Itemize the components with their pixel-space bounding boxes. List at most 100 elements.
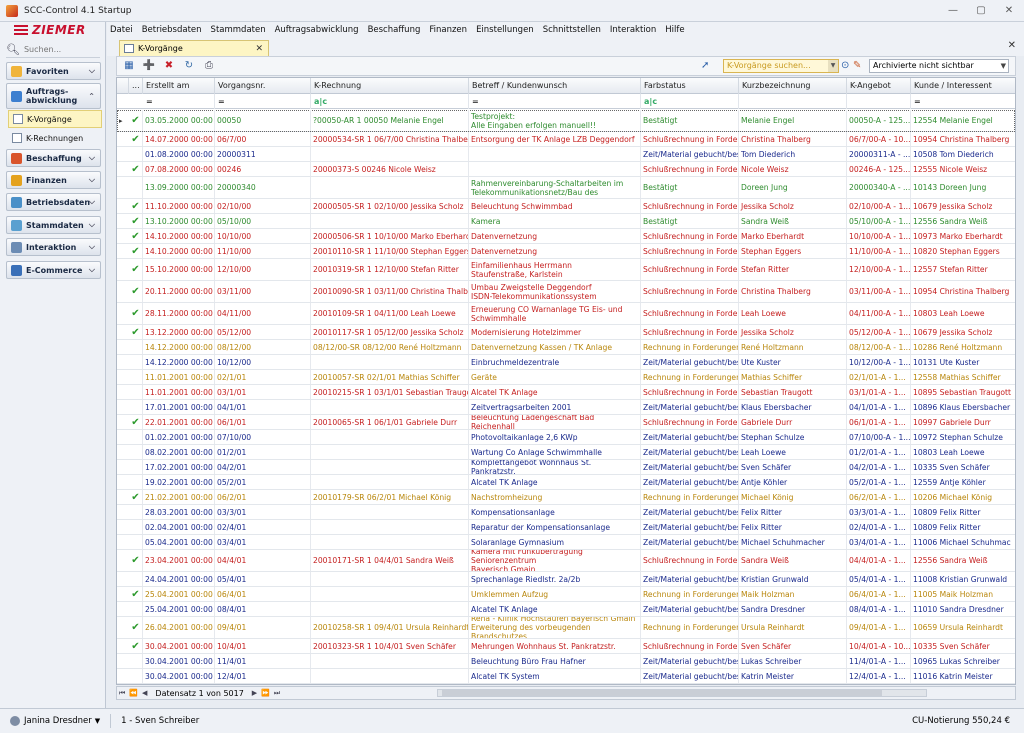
sidebar-item-auftragsabwicklung[interactable]: Auftrags- abwicklung ⌃ bbox=[6, 83, 101, 109]
sidebar-item-finanzen[interactable]: Finanzen ⌵ bbox=[6, 171, 101, 189]
filter-cell-vorgangsnr[interactable]: = bbox=[215, 94, 311, 109]
table-row[interactable]: ✔ 14.07.2000 00:00 06/7/00 20000534-SR 1 06… bbox=[117, 132, 1015, 147]
column-header-k-angebot[interactable]: K-Angebot bbox=[847, 78, 911, 94]
menu-finanzen[interactable]: Finanzen bbox=[429, 25, 467, 35]
prev-record-icon[interactable]: ◀ bbox=[142, 689, 147, 697]
filter-cell-kunde[interactable]: = bbox=[911, 94, 1015, 109]
filter-cell-kurzbezeichnung[interactable] bbox=[739, 94, 847, 109]
current-user[interactable]: Janina Dresdner ▼ bbox=[10, 716, 100, 726]
scrollbar-thumb[interactable] bbox=[442, 690, 882, 696]
column-header-kurzbezeichnung[interactable]: Kurzbezeichnung bbox=[739, 78, 847, 94]
grid-view-icon[interactable]: ▦ bbox=[121, 59, 137, 73]
sidebar-item-e-commerce[interactable]: E-Commerce ⌵ bbox=[6, 261, 101, 279]
filter-cell-k-rechnung[interactable]: a|c bbox=[311, 94, 469, 109]
menu-stammdaten[interactable]: Stammdaten bbox=[211, 25, 266, 35]
next-page-icon[interactable]: ⏩ bbox=[261, 689, 270, 697]
menu-betriebsdaten[interactable]: Betriebsdaten bbox=[142, 25, 202, 35]
binoculars-icon[interactable]: ⊙ bbox=[841, 60, 849, 71]
table-row[interactable]: ✔ 25.04.2001 00:00 06/4/01 Umklemmen Aufzug… bbox=[117, 587, 1015, 602]
table-row[interactable]: 11.01.2001 00:00 03/1/01 20010215-SR 1 03/… bbox=[117, 385, 1015, 400]
close-window-button[interactable]: ✕ bbox=[1000, 4, 1018, 18]
table-row[interactable]: ✔ 13.12.2000 00:00 05/12/00 20010117-SR 1 0… bbox=[117, 325, 1015, 340]
column-header-farbstatus[interactable]: Farbstatus bbox=[641, 78, 739, 94]
table-row[interactable]: ✔ 23.04.2001 00:00 04/4/01 20010171-SR 1 04… bbox=[117, 550, 1015, 572]
horizontal-scrollbar[interactable] bbox=[437, 689, 927, 697]
filter-cell-betreff[interactable]: = bbox=[469, 94, 641, 109]
menu-interaktion[interactable]: Interaktion bbox=[610, 25, 656, 35]
first-record-icon[interactable]: ⏮ bbox=[119, 689, 125, 698]
table-row[interactable]: ▸ ✔ 03.05.2000 00:00 00050 ?00050-AR 1 00050… bbox=[117, 110, 1015, 132]
close-tab-icon[interactable]: ✕ bbox=[255, 44, 263, 54]
column-header-vorgangsnr[interactable]: Vorgangsnr. bbox=[215, 78, 311, 94]
minimize-button[interactable]: — bbox=[944, 4, 962, 18]
filter-cell-farbstatus[interactable]: a|c bbox=[641, 94, 739, 109]
table-row[interactable]: 19.02.2001 00:00 05/2/01 Alcatel TK Anlage… bbox=[117, 475, 1015, 490]
table-row[interactable]: 24.04.2001 00:00 05/4/01 Sprechanlage Ried… bbox=[117, 572, 1015, 587]
print-icon[interactable]: ⎙ bbox=[201, 59, 217, 73]
filter-cell-erstellt[interactable]: = bbox=[143, 94, 215, 109]
table-row[interactable]: ✔ 14.10.2000 00:00 11/10/00 20010110-SR 1 1… bbox=[117, 244, 1015, 259]
menu-beschaffung[interactable]: Beschaffung bbox=[368, 25, 421, 35]
delete-icon[interactable]: ✖ bbox=[161, 59, 177, 73]
menu-datei[interactable]: Datei bbox=[110, 25, 133, 35]
table-row[interactable]: 14.12.2000 00:00 10/12/00 Einbruchmeldezen… bbox=[117, 355, 1015, 370]
new-document-icon[interactable]: ➕ bbox=[141, 59, 157, 73]
sidebar-item-favoriten[interactable]: Favoriten ⌵ bbox=[6, 62, 101, 80]
table-row[interactable]: ✔ 20.11.2000 00:00 03/11/00 20010090-SR 1 0… bbox=[117, 281, 1015, 303]
table-row[interactable]: ✔ 11.10.2000 00:00 02/10/00 20000505-SR 1 0… bbox=[117, 199, 1015, 214]
sidebar-item-betriebsdaten[interactable]: Betriebsdaten ⌵ bbox=[6, 193, 101, 211]
tab-k-vorgaenge[interactable]: K-Vorgänge ✕ bbox=[119, 40, 269, 56]
table-row[interactable]: ✔ 15.10.2000 00:00 12/10/00 20010319-SR 1 1… bbox=[117, 259, 1015, 281]
table-row[interactable]: 05.04.2001 00:00 03/4/01 Solaranlage Gymna… bbox=[117, 535, 1015, 550]
column-header-more[interactable]: ... bbox=[129, 78, 143, 94]
table-row[interactable]: 11.01.2001 00:00 02/1/01 20010057-SR 02/1/… bbox=[117, 370, 1015, 385]
table-row[interactable]: ✔ 26.04.2001 00:00 09/4/01 20010258-SR 1 09… bbox=[117, 617, 1015, 639]
table-row[interactable]: 30.04.2001 00:00 12/4/01 Alcatel TK System… bbox=[117, 669, 1015, 684]
filter-cell-k-angebot[interactable] bbox=[847, 94, 911, 109]
search-dropdown-icon[interactable]: ▼ bbox=[828, 60, 838, 72]
table-row[interactable]: ✔ 14.10.2000 00:00 10/10/00 20000506-SR 1 1… bbox=[117, 229, 1015, 244]
sidebar-item-beschaffung[interactable]: Beschaffung ⌵ bbox=[6, 149, 101, 167]
last-record-icon[interactable]: ⏭ bbox=[274, 689, 280, 698]
maximize-button[interactable]: ▢ bbox=[972, 4, 990, 18]
table-row[interactable]: 14.12.2000 00:00 08/12/00 08/12/00-SR 08/1… bbox=[117, 340, 1015, 355]
sidebar-search[interactable]: 🔍︎ bbox=[6, 42, 100, 58]
table-row[interactable]: 02.04.2001 00:00 02/4/01 Reparatur der Kom… bbox=[117, 520, 1015, 535]
sidebar-item-interaktion[interactable]: Interaktion ⌵ bbox=[6, 238, 101, 256]
table-row[interactable]: 30.04.2001 00:00 11/4/01 Beleuchtung Büro … bbox=[117, 654, 1015, 669]
table-row[interactable]: 01.02.2001 00:00 07/10/00 Photovoltaikanla… bbox=[117, 430, 1015, 445]
prev-page-icon[interactable]: ⏪ bbox=[129, 689, 138, 697]
table-row[interactable]: 17.02.2001 00:00 04/2/01 Komplettangebot W… bbox=[117, 460, 1015, 475]
column-header-erstellt[interactable]: Erstellt am bbox=[143, 78, 215, 94]
menu-hilfe[interactable]: Hilfe bbox=[665, 25, 684, 35]
sidebar-subitem-k-rechnungen[interactable]: K-Rechnungen bbox=[8, 129, 102, 147]
menu-auftragsabwicklung[interactable]: Auftragsabwicklung bbox=[275, 25, 359, 35]
column-header-k-rechnung[interactable]: K-Rechnung bbox=[311, 78, 469, 94]
menu-schnittstellen[interactable]: Schnittstellen bbox=[543, 25, 601, 35]
next-record-icon[interactable]: ▶ bbox=[252, 689, 257, 697]
table-row[interactable]: ✔ 30.04.2001 00:00 10/4/01 20010323-SR 1 10… bbox=[117, 639, 1015, 654]
column-header-betreff[interactable]: Betreff / Kundenwunsch bbox=[469, 78, 641, 94]
navigation-arrow-icon[interactable]: ➚ bbox=[701, 60, 709, 71]
close-panel-icon[interactable]: ✕ bbox=[1008, 40, 1016, 51]
column-header-kunde[interactable]: Kunde / Interessent bbox=[911, 78, 1015, 94]
grid-search-input[interactable]: K-Vorgänge suchen... ▼ bbox=[723, 59, 839, 73]
refresh-icon[interactable]: ↻ bbox=[181, 59, 197, 73]
table-row[interactable]: ✔ 21.02.2001 00:00 06/2/01 20010179-SR 06/2… bbox=[117, 490, 1015, 505]
table-row[interactable]: ✔ 28.11.2000 00:00 04/11/00 20010109-SR 1 0… bbox=[117, 303, 1015, 325]
table-row[interactable]: 13.09.2000 00:00 20000340 Rahmenvereinbaru… bbox=[117, 177, 1015, 199]
archive-filter-select[interactable]: Archivierte nicht sichtbar ▼ bbox=[869, 59, 1009, 73]
table-row[interactable]: 01.08.2000 00:00 20000311 Zeit/Material ge… bbox=[117, 147, 1015, 162]
table-row[interactable]: 17.01.2001 00:00 04/1/01 Zeitvertragsarbei… bbox=[117, 400, 1015, 415]
table-row[interactable]: ✔ 07.08.2000 00:00 00246 20000373-S 00246 N… bbox=[117, 162, 1015, 177]
sidebar-search-input[interactable] bbox=[23, 45, 94, 54]
eraser-icon[interactable]: ✎ bbox=[853, 60, 861, 71]
menu-einstellungen[interactable]: Einstellungen bbox=[476, 25, 534, 35]
table-row[interactable]: ✔ 13.10.2000 00:00 05/10/00 Kamera Bestätigt… bbox=[117, 214, 1015, 229]
table-row[interactable]: ✔ 22.01.2001 00:00 06/1/01 20010065-SR 1 06… bbox=[117, 415, 1015, 430]
table-row[interactable]: 08.02.2001 00:00 01/2/01 Wartung Co Anlage… bbox=[117, 445, 1015, 460]
table-row[interactable]: ✔04.05.2001 00:0002/5/01 Anrufbeantworter… bbox=[117, 684, 1015, 685]
sidebar-subitem-k-vorgaenge[interactable]: K-Vorgänge bbox=[8, 110, 102, 128]
table-row[interactable]: 28.03.2001 00:00 03/3/01 Kompensationsanla… bbox=[117, 505, 1015, 520]
table-row[interactable]: 25.04.2001 00:00 08/4/01 Alcatel TK Anlage… bbox=[117, 602, 1015, 617]
